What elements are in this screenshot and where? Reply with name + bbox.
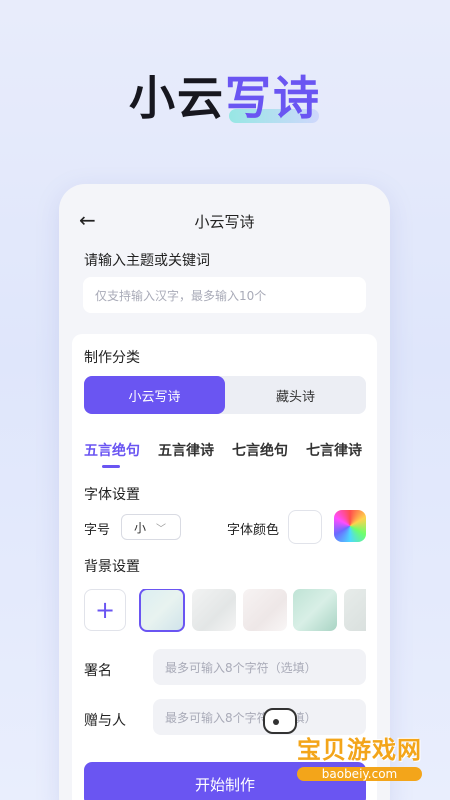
watermark: 宝贝游戏网 baobeiy.com [263, 708, 422, 781]
topic-label: 请输入主题或关键词 [84, 253, 210, 269]
watermark-title: 宝贝游戏网 [297, 736, 422, 764]
tab-qiyan-jueju[interactable]: 七言绝句 [232, 440, 288, 460]
font-size-select[interactable]: 小 ﹀ [121, 514, 181, 540]
add-background-button[interactable]: + [84, 589, 126, 631]
recipient-label: 赠与人 [84, 713, 126, 729]
background-thumb[interactable] [344, 589, 366, 631]
background-thumb[interactable] [293, 589, 337, 631]
topic-input[interactable]: 仅支持输入汉字，最多输入10个 [83, 277, 366, 313]
background-label: 背景设置 [84, 559, 140, 575]
hero-title: 小云写诗 [0, 62, 450, 128]
background-thumb[interactable] [139, 589, 185, 632]
tab-wuyan-jueju[interactable]: 五言绝句 [84, 440, 140, 468]
category-label: 制作分类 [84, 350, 140, 366]
background-thumb[interactable] [243, 589, 287, 631]
page-title: 小云写诗 [194, 213, 255, 231]
font-settings-label: 字体设置 [84, 487, 140, 503]
color-picker-icon[interactable] [334, 510, 366, 542]
poem-type-tabs: 五言绝句 五言律诗 七言绝句 七言律诗 [84, 440, 374, 468]
topic-placeholder: 仅支持输入汉字，最多输入10个 [95, 288, 267, 303]
font-color-label: 字体颜色 [227, 523, 280, 538]
gamepad-icon [263, 708, 297, 734]
signature-input[interactable]: 最多可输入8个字符（选填） [153, 649, 366, 685]
hero-title-part1: 小云 [129, 71, 225, 125]
chevron-down-icon: ﹀ [156, 523, 167, 535]
top-bar: ← 小云写诗 [59, 184, 390, 254]
tab-wuyan-lvshi[interactable]: 五言律诗 [158, 440, 214, 460]
background-thumb[interactable] [192, 589, 236, 631]
signature-label: 署名 [84, 663, 112, 679]
font-size-value: 小 [134, 520, 147, 535]
category-option-xiaoyun[interactable]: 小云写诗 [84, 376, 225, 414]
category-option-cangtou[interactable]: 藏头诗 [225, 376, 366, 414]
tab-qiyan-lvshi[interactable]: 七言律诗 [306, 440, 362, 460]
signature-placeholder: 最多可输入8个字符（选填） [165, 660, 317, 675]
font-size-label: 字号 [84, 523, 111, 538]
app-screen: ← 小云写诗 请输入主题或关键词 仅支持输入汉字，最多输入10个 制作分类 小云… [59, 184, 390, 800]
background-thumbnails: + [84, 589, 366, 633]
font-color-white-swatch[interactable] [288, 510, 322, 544]
hero-title-part2: 写诗 [225, 71, 321, 125]
category-segmented-control: 小云写诗 藏头诗 [84, 376, 366, 414]
watermark-url: baobeiy.com [297, 767, 422, 781]
